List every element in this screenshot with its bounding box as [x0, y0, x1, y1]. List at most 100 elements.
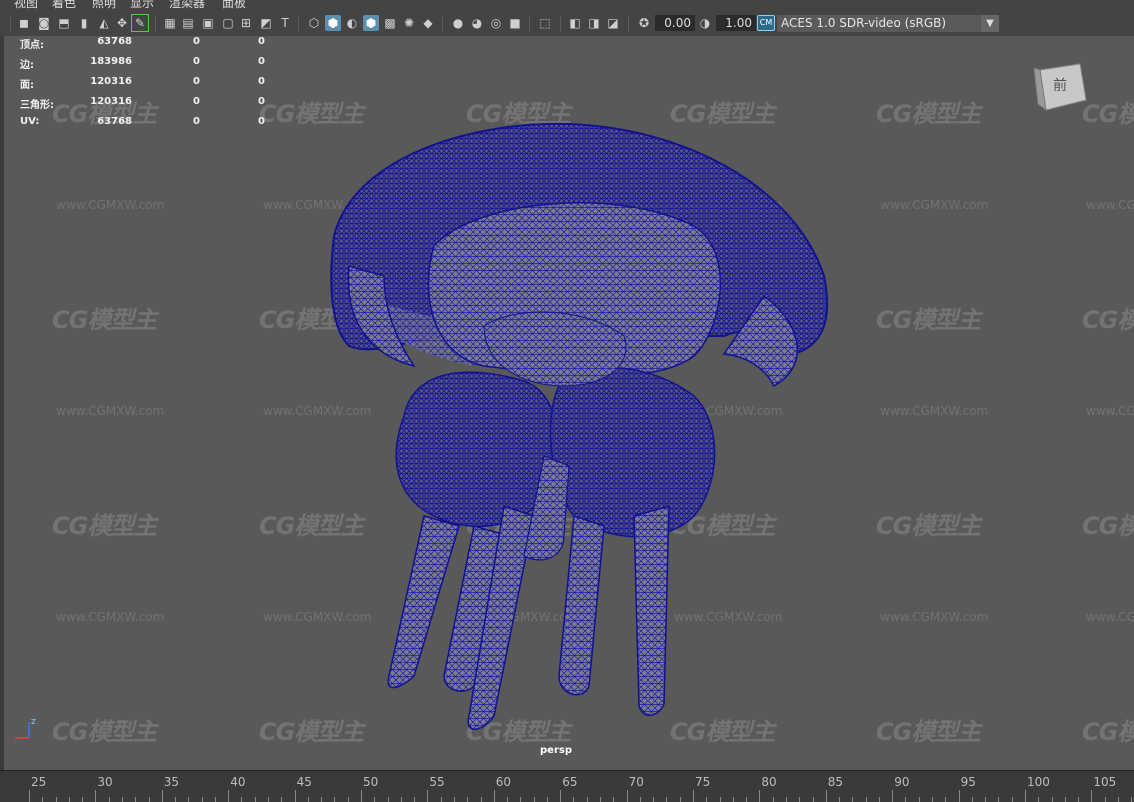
timeline-tick	[520, 797, 522, 802]
timeline-tick	[254, 797, 256, 802]
timeline-tick	[135, 797, 137, 802]
timeline-tick	[759, 790, 761, 802]
timeline-tick	[95, 790, 97, 802]
image-plane-icon[interactable]: ▮	[76, 15, 92, 31]
menu-view[interactable]: 视图	[14, 0, 38, 9]
timeline-tick	[387, 797, 389, 802]
menu-renderer[interactable]: 渲染器	[169, 0, 205, 9]
xray-active-icon[interactable]: ◪	[605, 15, 621, 31]
timeline-tick	[799, 797, 801, 802]
toolbar-separator	[560, 16, 561, 32]
timeline-tick	[467, 797, 469, 802]
resolution-gate-icon[interactable]: ▣	[200, 15, 216, 31]
color-space-value: ACES 1.0 SDR-video (sRGB)	[781, 16, 947, 30]
timeline-tick	[719, 797, 721, 802]
timeline-tick	[679, 797, 681, 802]
grid-icon[interactable]: ▦	[162, 15, 178, 31]
timeline-tick	[440, 797, 442, 802]
hud-row-uvs: UV: 63768 0 0	[20, 116, 265, 127]
color-space-select[interactable]: ACES 1.0 SDR-video (sRGB) ▼	[777, 15, 999, 32]
menu-shading[interactable]: 着色	[52, 0, 76, 9]
chevron-down-icon[interactable]: ▼	[981, 15, 999, 32]
multisample-aa-icon[interactable]: ◎	[488, 15, 504, 31]
camera-tool-icon[interactable]: ◭	[96, 15, 112, 31]
camera-attributes-icon[interactable]: ◙	[36, 15, 52, 31]
menu-panels[interactable]: 面板	[222, 0, 246, 9]
viewcube-face-label: 前	[1053, 77, 1067, 94]
time-slider[interactable]: 25 30 35 40 45 50 55 60 65 70 75 80 85 90 95 100 105	[0, 770, 1134, 802]
viewport-persp[interactable]: CG模型主CG模型主CG模型主CG模型主CG模型主CG模型主CG模型主CG模型主…	[4, 36, 1134, 770]
smooth-shade-icon[interactable]: ⬢	[325, 15, 341, 31]
isolate-select-icon[interactable]: ⬚	[537, 15, 553, 31]
depth-of-field-icon[interactable]: ■	[507, 15, 523, 31]
timeline-tick	[772, 797, 774, 802]
timeline-tick	[493, 790, 495, 802]
timeline-tick	[706, 797, 708, 802]
timeline-tick	[161, 790, 163, 802]
timeline-tick-label: 35	[163, 775, 180, 789]
timeline-tick	[533, 797, 535, 802]
grease-pencil-icon[interactable]: ✎	[131, 14, 149, 32]
exposure-field[interactable]: 0.00	[655, 15, 695, 31]
timeline-tick	[613, 797, 615, 802]
timeline-tick	[918, 797, 920, 802]
hud-row-triangles: 三角形: 120316 0 0	[20, 96, 265, 111]
gamma-icon[interactable]: ◑	[697, 15, 713, 31]
gate-mask-icon[interactable]: ▢	[220, 15, 236, 31]
timeline-tick	[746, 797, 748, 802]
film-gate-icon[interactable]: ▤	[180, 15, 196, 31]
timeline-tick-label: 65	[562, 775, 578, 789]
timeline-tick-label: 30	[97, 775, 113, 789]
wireframe-on-shaded-icon[interactable]: ⬢	[363, 15, 379, 31]
timeline-tick	[68, 797, 70, 802]
field-chart-icon[interactable]: ⊞	[238, 15, 254, 31]
timeline-tick	[294, 790, 296, 802]
timeline-tick	[945, 797, 947, 802]
hud-row-vertices: 顶点: 63768 0 0	[20, 36, 265, 51]
timeline-tick-label: 95	[960, 775, 976, 789]
exposure-icon[interactable]: ✪	[636, 15, 652, 31]
timeline-tick-label: 45	[296, 775, 312, 789]
timeline-tick	[865, 797, 867, 802]
timeline-tick	[214, 797, 216, 802]
mesh-wireframe[interactable]	[4, 36, 1134, 770]
timeline-tick	[839, 797, 841, 802]
timeline-tick	[785, 797, 787, 802]
timeline-tick	[427, 790, 429, 802]
camera-select-icon[interactable]: ◼	[16, 15, 32, 31]
motion-blur-icon[interactable]: ◕	[469, 15, 485, 31]
toolbar-separator	[298, 16, 299, 32]
textured-icon[interactable]: ▩	[382, 15, 398, 31]
use-default-material-icon[interactable]: ◐	[344, 15, 360, 31]
xray-icon[interactable]: ◧	[567, 15, 583, 31]
screen-space-ao-icon[interactable]: ●	[450, 15, 466, 31]
pan-zoom-icon[interactable]: ✥	[114, 15, 130, 31]
timeline-tick	[201, 797, 203, 802]
gamma-field[interactable]: 1.00	[716, 15, 756, 31]
toolbar-separator	[529, 16, 530, 32]
menu-show[interactable]: 显示	[130, 0, 154, 9]
timeline-tick-label: 105	[1093, 775, 1117, 789]
toolbar-separator	[10, 16, 11, 32]
timeline-tick	[932, 797, 934, 802]
timeline-tick	[361, 790, 362, 802]
bookmark-icon[interactable]: ⬒	[56, 15, 72, 31]
shadows-icon[interactable]: ◆	[420, 15, 436, 31]
timeline-tick-label: 60	[495, 775, 512, 789]
timeline-tick	[1011, 797, 1013, 802]
timeline-tick	[825, 790, 827, 802]
safe-action-icon[interactable]: ◩	[258, 15, 274, 31]
timeline-tick	[812, 797, 814, 802]
timeline-tick-label: 85	[827, 775, 844, 789]
timeline-tick	[281, 797, 283, 802]
timeline-tick	[971, 797, 973, 802]
timeline-tick	[108, 797, 110, 802]
safe-title-icon[interactable]: T	[277, 15, 293, 31]
menu-lighting[interactable]: 照明	[92, 0, 116, 9]
viewcube-icon[interactable]: 前	[1032, 60, 1088, 116]
color-management-icon[interactable]: CM	[757, 15, 775, 31]
wireframe-icon[interactable]: ⬡	[306, 15, 322, 31]
timeline-tick	[175, 797, 177, 802]
xray-joints-icon[interactable]: ◨	[586, 15, 602, 31]
lights-icon[interactable]: ✺	[401, 15, 417, 31]
